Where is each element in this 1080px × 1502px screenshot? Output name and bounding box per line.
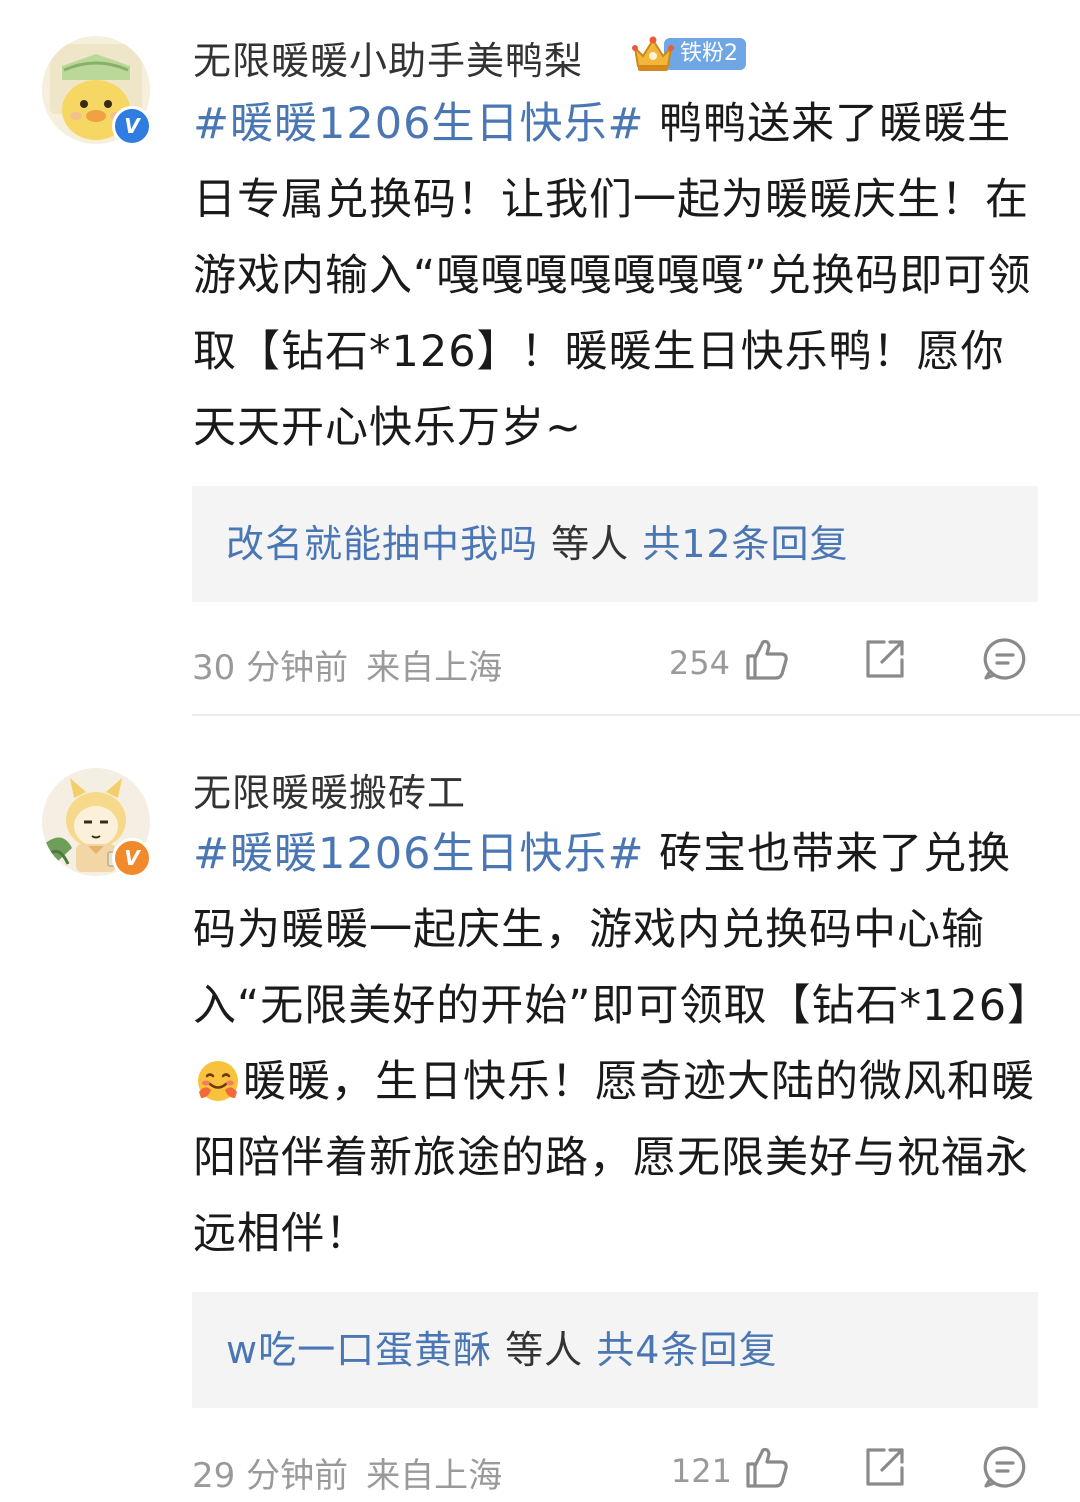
share-icon[interactable] [862,1444,908,1490]
comment-location: 来自上海 [366,648,503,688]
topic-link[interactable]: #暖暖1206生日快乐# [193,829,645,879]
reply-user-link[interactable]: w吃一口蛋黄酥 [226,1328,492,1372]
comment-location: 来自上海 [366,1456,503,1496]
replies-summary[interactable]: w吃一口蛋黄酥 等人 共4条回复 [192,1292,1038,1408]
reply-count-link[interactable]: 共4条回复 [596,1328,777,1372]
reply-user-link[interactable]: 改名就能抽中我吗 [226,522,538,566]
comment-meta: 29 分钟前 来自上海 [192,1448,502,1497]
thumbs-up-icon[interactable] [744,1444,790,1490]
like-count: 121 [670,1452,732,1490]
share-icon[interactable] [862,636,908,682]
avatar[interactable]: V [42,768,152,878]
comment-body: 鸭鸭送来了暖暖生日专属兑换码！让我们一起为暖暖庆生！在游戏内输入“嘎嘎嘎嘎嘎嘎嘎… [193,99,1032,453]
comment-footer: 29 分钟前 来自上海 121 [0,1438,1080,1498]
like-count: 254 [668,644,730,682]
comment-meta: 30 分钟前 来自上海 [192,640,502,689]
topic-link[interactable]: #暖暖1206生日快乐# [193,99,645,149]
comment-footer: 30 分钟前 来自上海 254 [0,630,1080,690]
reply-mid-text: 等人 [538,522,643,566]
fan-level-badge[interactable]: 铁粉2 [630,36,746,72]
comment-time: 29 分钟前 [192,1456,349,1496]
avatar[interactable]: V [42,36,152,146]
comment-time: 30 分钟前 [192,648,349,688]
reply-mid-text: 等人 [492,1328,597,1372]
crown-icon [632,36,674,71]
reply-count-link[interactable]: 共12条回复 [642,522,848,566]
comment-text: #暖暖1206生日快乐# 砖宝也带来了兑换码为暖暖一起庆生，游戏内兑换码中心输入… [193,816,1050,1272]
fan-badge-label: 铁粉2 [664,38,746,70]
replies-summary[interactable]: 改名就能抽中我吗 等人 共12条回复 [192,486,1038,602]
comment-body-cont: 暖暖，生日快乐！愿奇迹大陆的微风和暖阳陪伴着新旅途的路，愿无限美好与祝福永远相伴… [193,1057,1035,1259]
verified-badge-icon: V [112,106,152,146]
username[interactable]: 无限暖暖搬砖工 [193,762,466,817]
comment-text: #暖暖1206生日快乐# 鸭鸭送来了暖暖生日专属兑换码！让我们一起为暖暖庆生！在… [193,86,1043,466]
thumbs-up-icon[interactable] [744,636,790,682]
comment-icon[interactable] [982,1444,1028,1490]
comment-item: V 无限暖暖搬砖工 #暖暖1206生日快乐# 砖宝也带来了兑换码为暖暖一起庆生，… [0,716,1080,1502]
hug-emoji-icon [198,1061,238,1101]
verified-badge-icon: V [112,838,152,878]
comment-icon[interactable] [982,636,1028,682]
username[interactable]: 无限暖暖小助手美鸭梨 [193,30,583,85]
comment-item: V 无限暖暖小助手美鸭梨 铁粉2 #暖暖1206生日快乐# 鸭鸭送来了暖暖生日专… [0,0,1080,716]
